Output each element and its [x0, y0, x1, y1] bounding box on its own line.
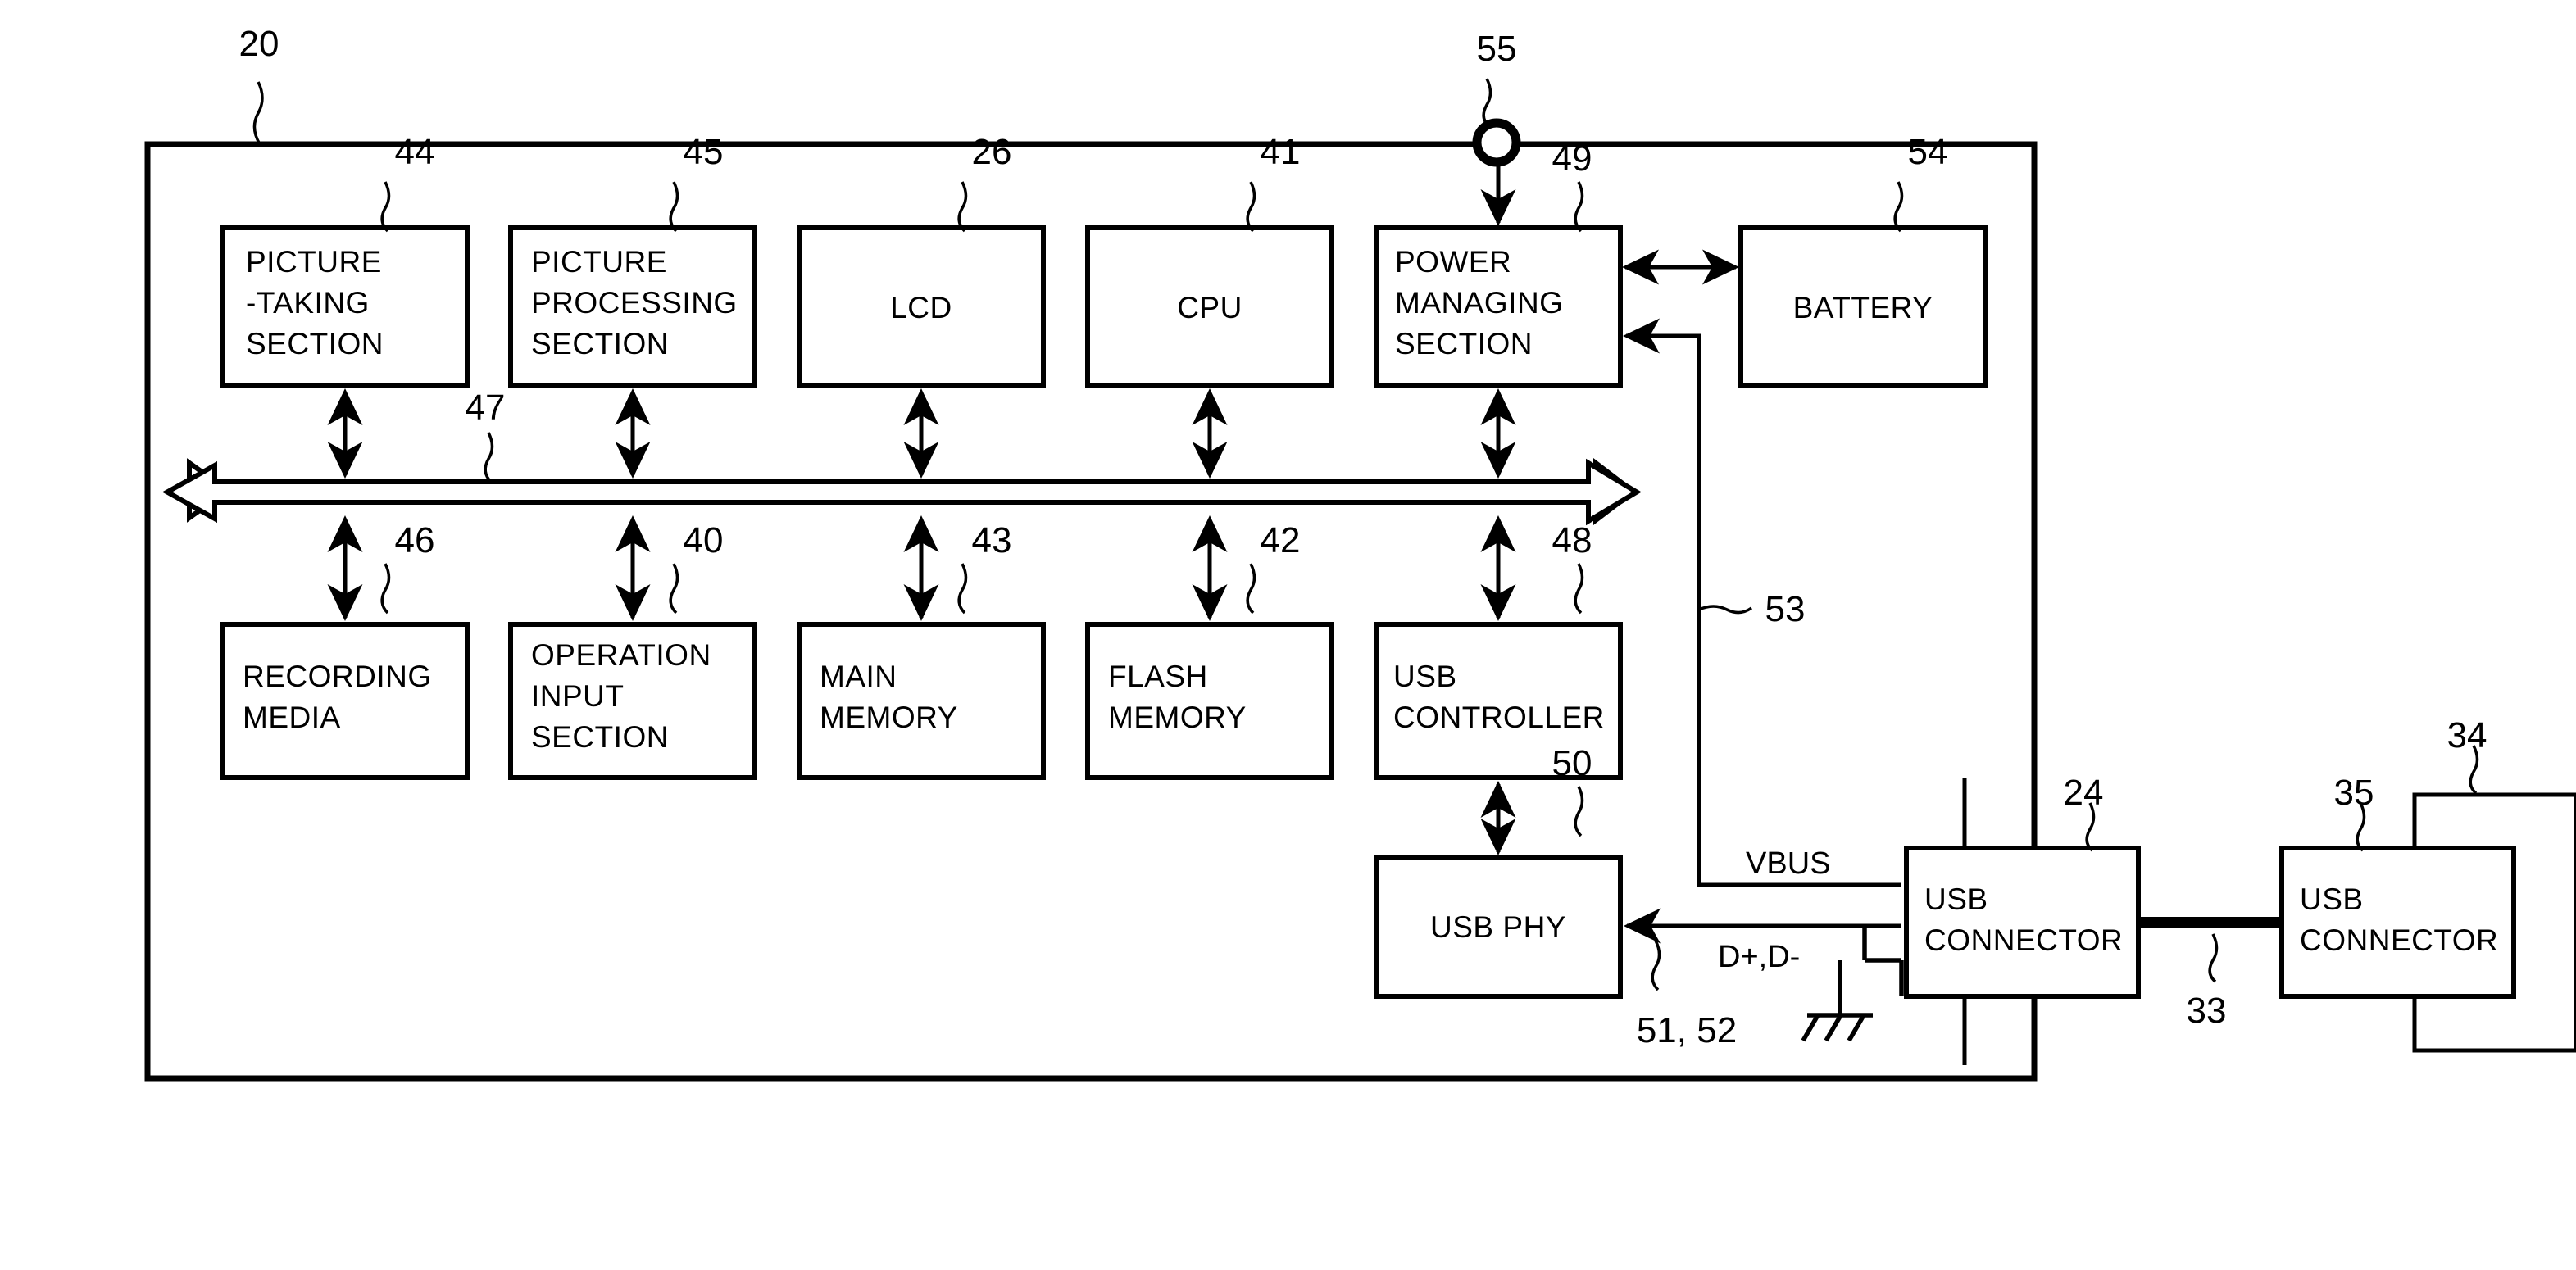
label-picture-processing-line-2: PROCESSING: [531, 286, 738, 320]
label-usb-connector-device-line-2: CONNECTOR: [1924, 923, 2123, 957]
ref-battery: 54: [1908, 132, 1948, 172]
ref-usb-connector-device: 24: [2064, 773, 2104, 813]
leader-42: [1246, 563, 1256, 615]
ground-hatch-2: [1824, 1014, 1843, 1042]
label-power-managing-line-2: MANAGING: [1395, 286, 1563, 320]
block-usb-connector-host-overlay: [2279, 846, 2516, 999]
ref-device: 20: [239, 24, 279, 64]
block-diagram: PICTURE -TAKING SECTION PICTURE PROCESSI…: [144, 24, 2576, 1082]
label-usb-controller-line-1: USB: [1393, 660, 1457, 693]
ref-bus: 47: [466, 388, 506, 428]
ref-usb-connector-host: 35: [2334, 773, 2374, 813]
ref-usb-phy: 50: [1552, 743, 1592, 783]
leader-47: [484, 432, 494, 483]
label-flash-memory-line-1: FLASH: [1108, 660, 1208, 693]
ref-main-memory: 43: [972, 520, 1012, 560]
leader-51-52: [1651, 940, 1661, 991]
label-lcd: LCD: [890, 291, 952, 324]
label-vbus: VBUS: [1746, 846, 1830, 881]
label-picture-processing-line-1: PICTURE: [531, 245, 667, 279]
link-vbus-power-managing: [1622, 318, 1901, 887]
label-usb-connector-device-line-1: USB: [1924, 882, 1988, 916]
ref-vbus-line: 53: [1765, 589, 1806, 629]
label-main-memory-line-2: MEMORY: [820, 701, 958, 734]
label-recording-media-line-2: MEDIA: [243, 701, 341, 734]
ref-operation-input: 40: [684, 520, 724, 560]
leader-41: [1246, 181, 1256, 233]
label-usb-connector-host-line-1: USB: [2300, 882, 2364, 916]
ref-power-managing: 49: [1552, 138, 1592, 179]
label-power-managing-line-1: POWER: [1395, 245, 1511, 279]
leader-54: [1893, 181, 1904, 233]
leader-33: [2208, 933, 2219, 983]
leader-44: [380, 181, 391, 233]
leader-43: [957, 563, 968, 615]
label-operation-input-line-1: OPERATION: [531, 638, 711, 672]
ref-picture-taking: 44: [395, 132, 435, 172]
leader-26: [957, 181, 968, 233]
leader-48: [1574, 563, 1584, 615]
label-main-memory-line-1: MAIN: [820, 660, 897, 693]
label-picture-processing-line-3: SECTION: [531, 327, 669, 361]
label-power-managing-line-3: SECTION: [1395, 327, 1533, 361]
ground-hatch-3: [1847, 1014, 1866, 1042]
label-flash-memory-line-2: MEMORY: [1108, 701, 1247, 734]
leader-53: [1698, 605, 1753, 615]
label-recording-media-line-1: RECORDING: [243, 660, 432, 693]
label-data-lines: D+,D-: [1718, 940, 1800, 974]
leader-50: [1574, 786, 1584, 837]
ref-data-lines: 51, 52: [1637, 1010, 1737, 1050]
ref-picture-processing: 45: [684, 132, 724, 172]
ref-usb-controller: 48: [1552, 520, 1592, 560]
leader-20: [252, 81, 264, 145]
ref-lcd: 26: [972, 132, 1012, 172]
ref-flash-memory: 42: [1261, 520, 1301, 560]
ground-hatch-1: [1801, 1014, 1820, 1042]
power-switch-icon[interactable]: [1472, 118, 1521, 167]
leader-46: [380, 563, 391, 615]
system-bus-shape: [161, 458, 1642, 526]
label-usb-phy: USB PHY: [1430, 910, 1566, 944]
leader-45: [669, 181, 679, 233]
leader-55: [1482, 78, 1492, 128]
label-cpu: CPU: [1177, 291, 1243, 324]
block-usb-connector-device[interactable]: [1904, 846, 2141, 999]
ref-switch: 55: [1477, 29, 1517, 69]
label-battery: BATTERY: [1793, 291, 1933, 324]
ref-recording-media: 46: [395, 520, 435, 560]
ref-usb-cable: 33: [2187, 991, 2227, 1031]
label-picture-taking-line-2: -TAKING: [246, 286, 370, 320]
leader-40: [669, 563, 679, 615]
ref-cpu: 41: [1261, 132, 1301, 172]
figure-canvas: PICTURE -TAKING SECTION PICTURE PROCESSI…: [0, 0, 2576, 1270]
label-usb-controller-line-2: CONTROLLER: [1393, 701, 1605, 734]
label-picture-taking-line-3: SECTION: [246, 327, 384, 361]
ref-external-host: 34: [2447, 715, 2487, 755]
leader-49: [1574, 181, 1584, 233]
label-usb-connector-host-line-2: CONNECTOR: [2300, 923, 2498, 957]
label-operation-input-line-2: INPUT: [531, 679, 625, 713]
label-operation-input-line-3: SECTION: [531, 720, 669, 754]
label-picture-taking-line-1: PICTURE: [246, 245, 382, 279]
